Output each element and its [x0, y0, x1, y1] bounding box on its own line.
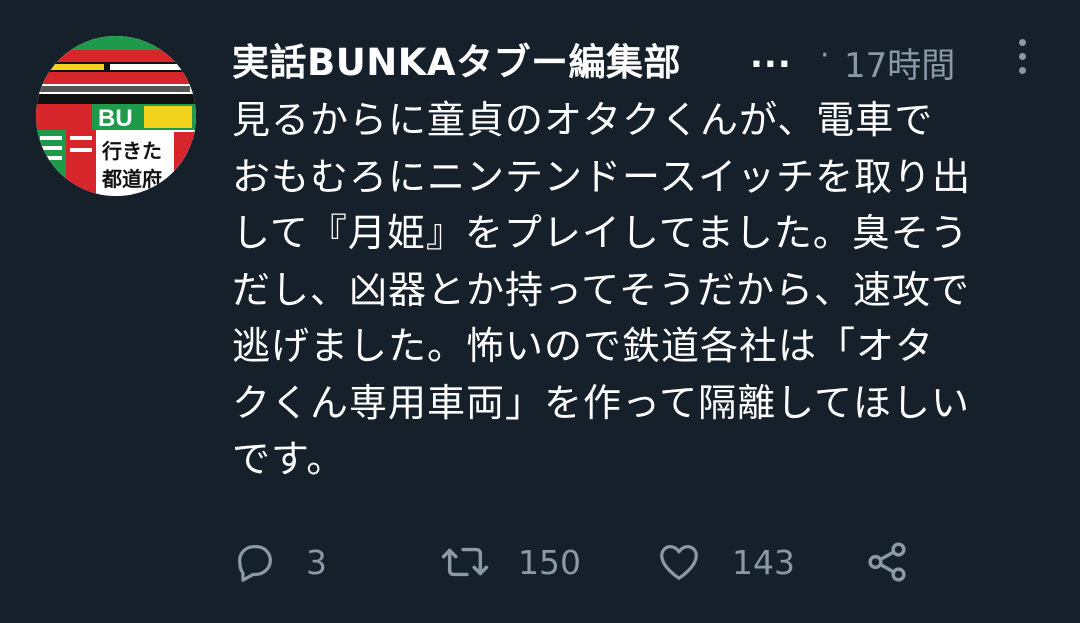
avatar-headline-1: 行きた	[101, 139, 162, 163]
retweet-count: 150	[518, 542, 581, 582]
reply-icon	[238, 545, 272, 582]
tweet-text-line: して『月姫』をプレイしてました。臭そう	[232, 211, 969, 255]
avatar-magazine-cover: BU 行きた 都道府	[36, 36, 196, 196]
tweet-text-line: おもむろにニンテンドースイッチを取り出	[232, 154, 972, 199]
avatar[interactable]: BU 行きた 都道府	[36, 36, 196, 196]
tweet-text-line: 逃げました。怖いので鉄道各社は「オタ	[232, 324, 935, 368]
avatar-headline-2: 都道府	[101, 167, 162, 191]
tweet-card[interactable]: BU 行きた 都道府 実話BUNKAタブー編集部 ... · 17時間 見るから…	[0, 0, 1080, 623]
action-bar: 3 150 143	[232, 534, 992, 590]
tweet-header: 実話BUNKAタブー編集部 ... · 17時間	[232, 26, 1062, 86]
display-name[interactable]: 実話BUNKAタブー編集部	[232, 32, 681, 86]
reply-count: 3	[306, 542, 327, 582]
tweet-text: 見るからに童貞のオタクくんが、電車で おもむろにニンテンドースイッチを取り出 し…	[232, 92, 1062, 488]
more-dot-icon	[1018, 52, 1026, 60]
share-icon	[868, 542, 906, 582]
like-button[interactable]: 143	[656, 534, 795, 590]
separator-dot: ·	[820, 38, 830, 73]
avatar-logo-text: BU	[98, 105, 133, 132]
like-count: 143	[732, 542, 795, 582]
tweet-text-line: です。	[232, 437, 346, 481]
tweet-text-line: クくん専用車両」を作って隔離してほしい	[232, 380, 970, 425]
more-options-button[interactable]	[1008, 30, 1036, 82]
retweet-button[interactable]: 150	[440, 534, 581, 590]
timestamp[interactable]: 17時間	[844, 38, 955, 87]
share-button[interactable]	[864, 534, 910, 590]
retweet-icon	[441, 547, 489, 577]
reply-button[interactable]: 3	[232, 534, 327, 590]
more-dot-icon	[1018, 38, 1026, 46]
tweet-text-line: 見るからに童貞のオタクくんが、電車で	[232, 98, 934, 142]
tweet-text-line: だし、凶器とか持ってそうだから、速攻で	[232, 267, 970, 312]
name-truncation: ...	[750, 36, 792, 76]
more-dot-icon	[1018, 66, 1026, 74]
heart-icon	[660, 545, 698, 580]
